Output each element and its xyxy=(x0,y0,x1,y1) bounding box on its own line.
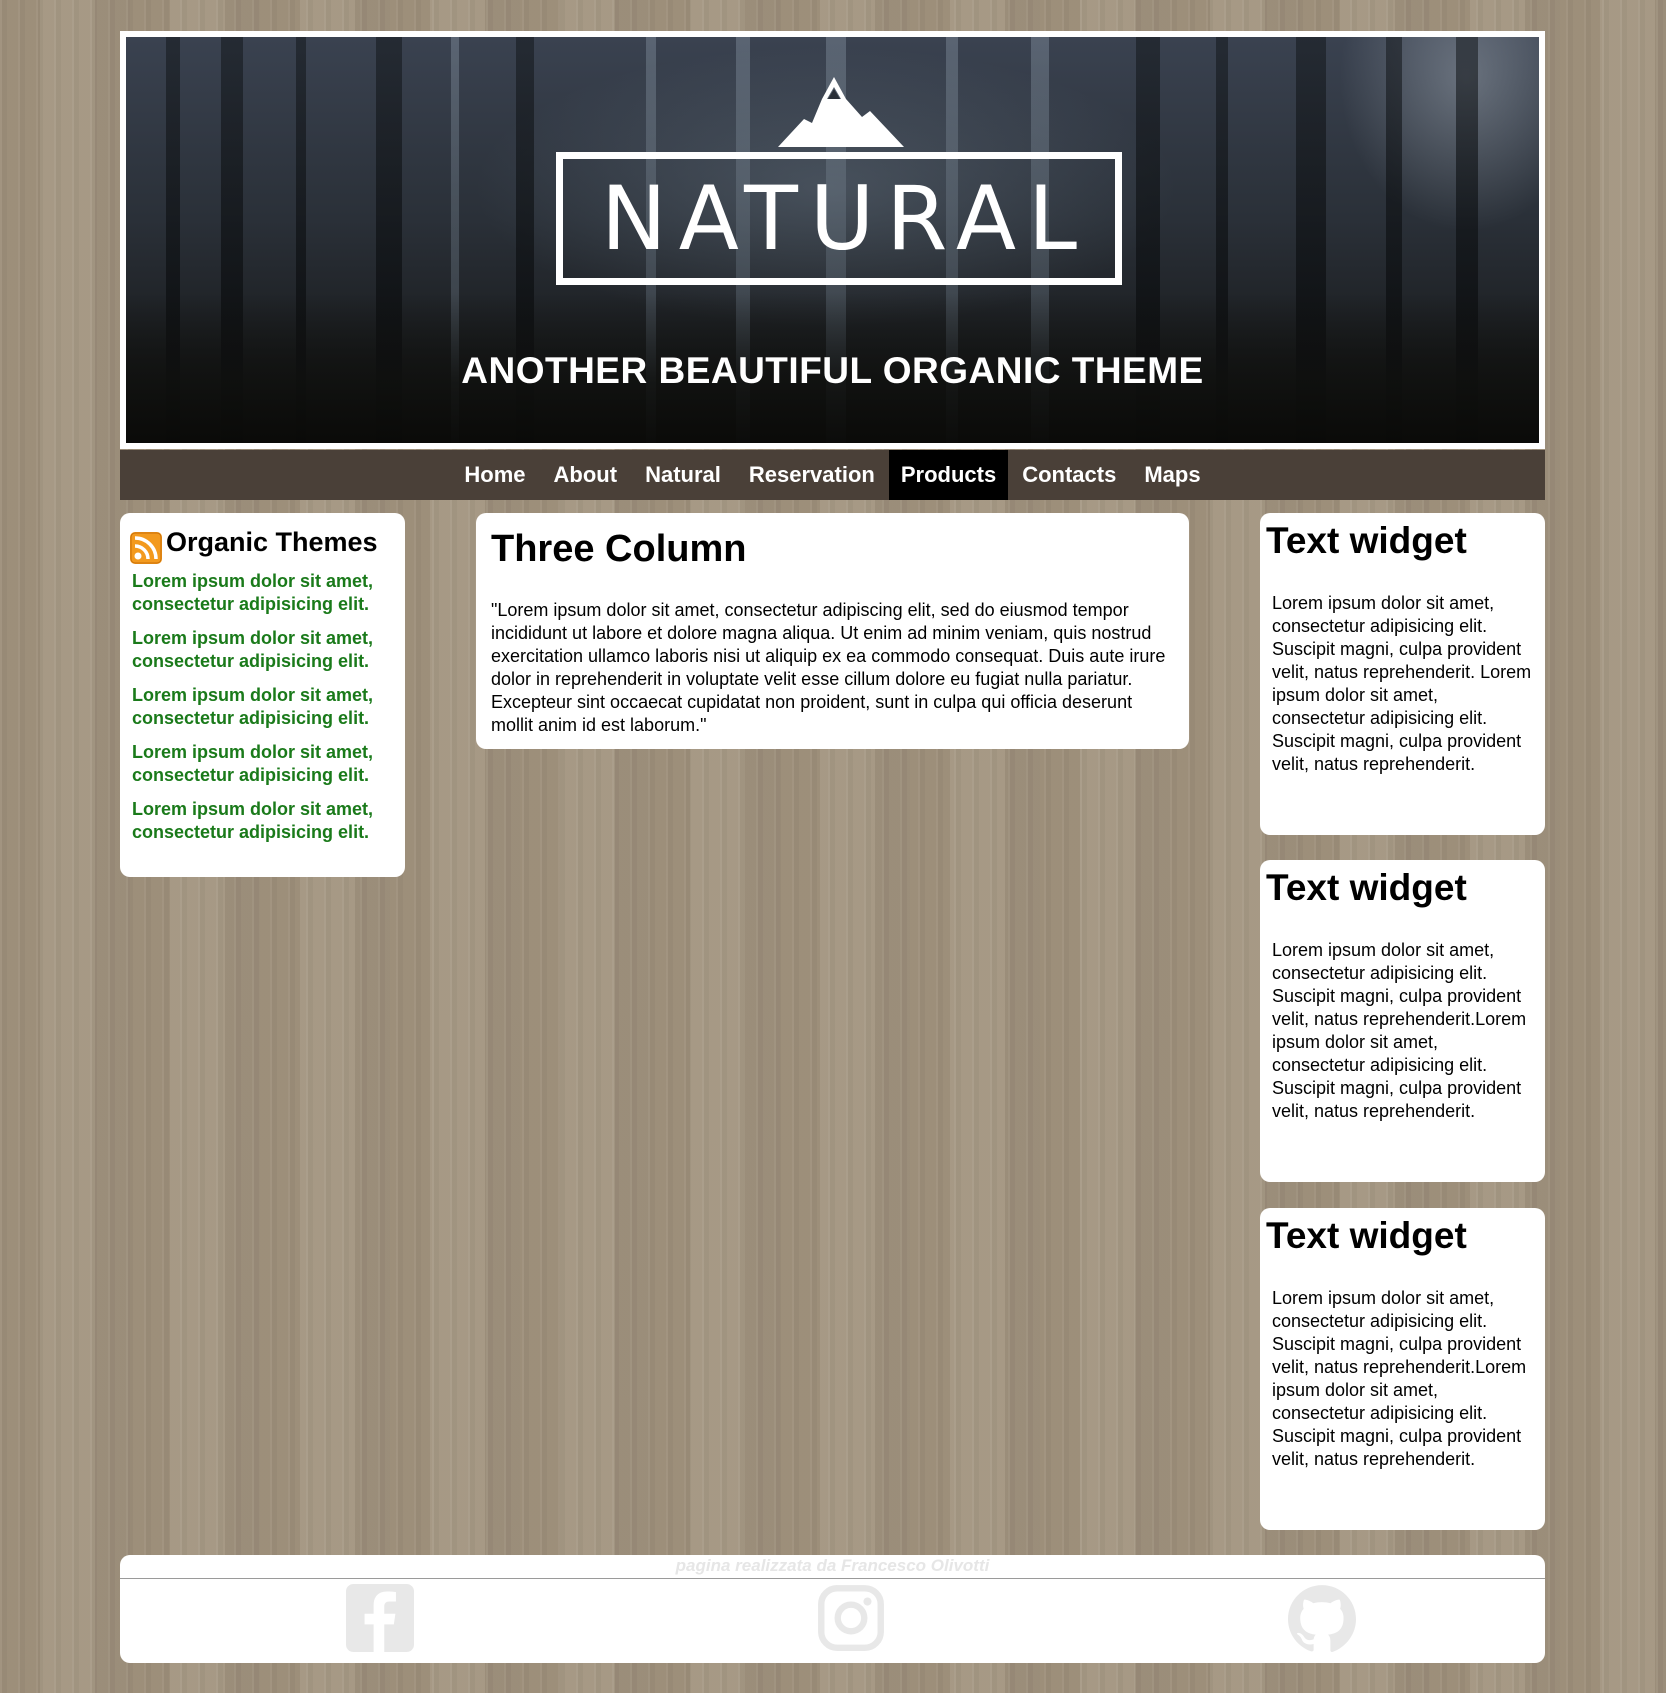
feed-item[interactable]: Lorem ipsum dolor sit amet, consectetur … xyxy=(132,798,395,844)
mountain-icon xyxy=(778,77,904,147)
logo-box: NATURAL xyxy=(556,152,1122,285)
text-widget: Text widget Lorem ipsum dolor sit amet, … xyxy=(1260,513,1545,835)
nav-item-maps[interactable]: Maps xyxy=(1130,450,1214,500)
header-banner: NATURAL ANOTHER BEAUTIFUL ORGANIC THEME xyxy=(120,31,1545,449)
widget-title: Text widget xyxy=(1266,1215,1467,1256)
sidebar-feed-card: Organic Themes Lorem ipsum dolor sit ame… xyxy=(120,513,405,877)
nav-item-products[interactable]: Products xyxy=(888,450,1009,500)
feed-list: Lorem ipsum dolor sit amet, consectetur … xyxy=(130,570,395,844)
text-widget: Text widget Lorem ipsum dolor sit amet, … xyxy=(1260,860,1545,1182)
instagram-icon[interactable] xyxy=(817,1584,885,1652)
widget-text: Lorem ipsum dolor sit amet, consectetur … xyxy=(1272,1288,1527,1469)
feed-item[interactable]: Lorem ipsum dolor sit amet, consectetur … xyxy=(132,741,395,787)
nav-item-home[interactable]: Home xyxy=(450,450,539,500)
feed-item[interactable]: Lorem ipsum dolor sit amet, consectetur … xyxy=(132,570,395,616)
main-nav: Home About Natural Reservation Products … xyxy=(120,450,1545,500)
widget-text: Lorem ipsum dolor sit amet, consectetur … xyxy=(1272,593,1532,774)
widget-text: Lorem ipsum dolor sit amet, consectetur … xyxy=(1272,940,1527,1121)
footer-credit: pagina realizzata da Francesco Olivotti xyxy=(675,1556,990,1575)
tagline: ANOTHER BEAUTIFUL ORGANIC THEME xyxy=(461,350,1204,391)
main-content-card: Three Column "Lorem ipsum dolor sit amet… xyxy=(476,513,1189,749)
github-icon[interactable] xyxy=(1288,1584,1356,1652)
text-widget: Text widget Lorem ipsum dolor sit amet, … xyxy=(1260,1208,1545,1530)
nav-item-reservation[interactable]: Reservation xyxy=(735,450,889,500)
widget-title: Text widget xyxy=(1266,520,1467,561)
rss-icon[interactable] xyxy=(130,532,162,564)
main-paragraph: "Lorem ipsum dolor sit amet, consectetur… xyxy=(491,600,1166,735)
feed-header: Organic Themes xyxy=(130,523,395,564)
facebook-icon[interactable] xyxy=(346,1584,414,1652)
feed-title: Organic Themes xyxy=(166,527,378,557)
widget-title: Text widget xyxy=(1266,867,1467,908)
nav-item-about[interactable]: About xyxy=(540,450,632,500)
feed-item[interactable]: Lorem ipsum dolor sit amet, consectetur … xyxy=(132,627,395,673)
nav-item-natural[interactable]: Natural xyxy=(631,450,735,500)
logo-text: NATURAL xyxy=(600,166,1090,270)
nav-item-contacts[interactable]: Contacts xyxy=(1008,450,1130,500)
feed-item[interactable]: Lorem ipsum dolor sit amet, consectetur … xyxy=(132,684,395,730)
social-links xyxy=(120,1579,1545,1664)
page-title: Three Column xyxy=(491,528,747,570)
footer: pagina realizzata da Francesco Olivotti xyxy=(120,1555,1545,1663)
